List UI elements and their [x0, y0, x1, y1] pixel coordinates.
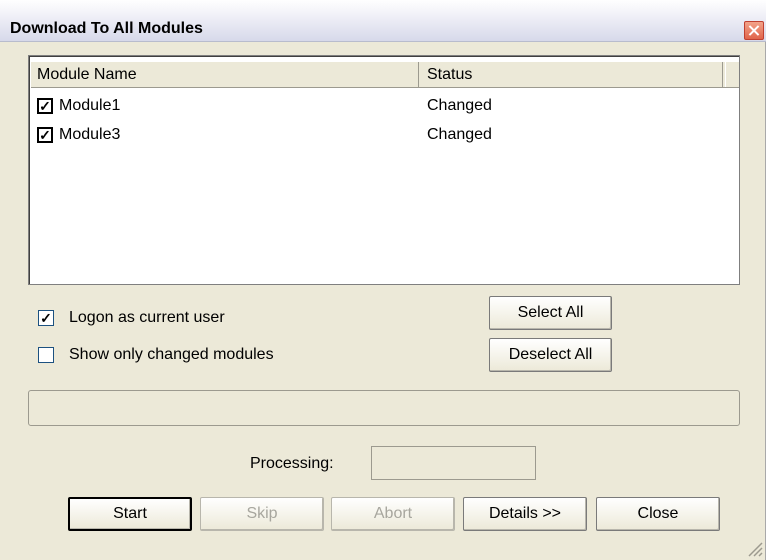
- column-header-status[interactable]: Status: [421, 62, 723, 87]
- abort-button[interactable]: Abort: [331, 497, 455, 531]
- module-name: Module1: [59, 97, 121, 114]
- deselect-all-button[interactable]: Deselect All: [489, 338, 612, 372]
- title-bar[interactable]: Download To All Modules: [0, 0, 766, 42]
- logon-checkbox[interactable]: ✓: [38, 310, 54, 326]
- skip-button[interactable]: Skip: [200, 497, 324, 531]
- show-changed-checkbox[interactable]: [38, 347, 54, 363]
- column-header-filler: [725, 62, 739, 87]
- module-checkbox[interactable]: ✓: [37, 127, 53, 143]
- logon-label: Logon as current user: [69, 309, 225, 326]
- close-button[interactable]: Close: [596, 497, 720, 531]
- details-button[interactable]: Details >>: [463, 497, 587, 531]
- download-dialog: Download To All Modules Module Name Stat…: [0, 0, 766, 560]
- start-button[interactable]: Start: [68, 497, 192, 531]
- select-all-button[interactable]: Select All: [489, 296, 612, 330]
- dialog-title: Download To All Modules: [10, 20, 203, 37]
- logon-option[interactable]: ✓ Logon as current user: [38, 306, 298, 330]
- module-list[interactable]: Module Name Status ✓ Module1 Changed ✓ M…: [28, 55, 740, 285]
- show-changed-option[interactable]: Show only changed modules: [38, 343, 338, 367]
- list-item[interactable]: ✓ Module3 Changed: [37, 123, 727, 147]
- module-checkbox[interactable]: ✓: [37, 98, 53, 114]
- processing-field: [371, 446, 536, 480]
- close-icon[interactable]: [744, 21, 764, 40]
- processing-label: Processing:: [250, 455, 334, 472]
- list-header: Module Name Status: [31, 62, 739, 88]
- module-name: Module3: [59, 126, 121, 143]
- show-changed-label: Show only changed modules: [69, 346, 274, 363]
- list-item[interactable]: ✓ Module1 Changed: [37, 94, 727, 118]
- module-status: Changed: [427, 97, 492, 114]
- module-status: Changed: [427, 126, 492, 143]
- resize-grip-icon[interactable]: [743, 537, 763, 557]
- column-header-module-name[interactable]: Module Name: [31, 62, 419, 87]
- progress-bar: [28, 390, 740, 426]
